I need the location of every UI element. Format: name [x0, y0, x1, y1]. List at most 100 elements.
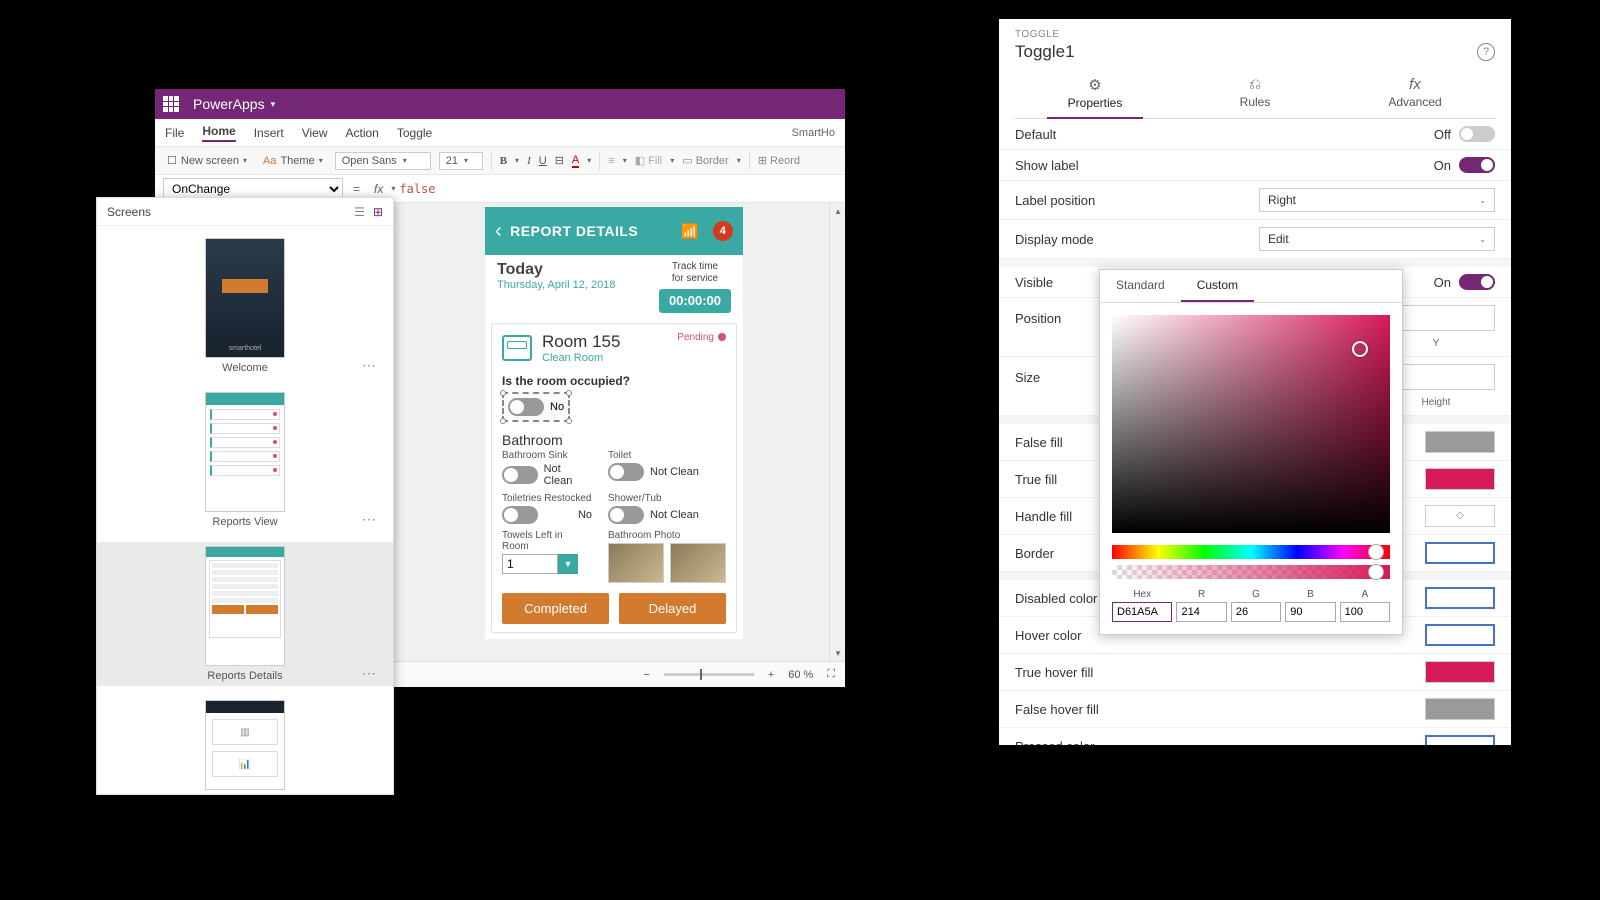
scroll-up-icon[interactable]: ▴	[830, 203, 846, 219]
app-launcher-icon[interactable]	[163, 96, 179, 112]
prop-truehover: True hover fill	[1015, 665, 1425, 680]
b-input[interactable]	[1285, 602, 1335, 622]
control-kind: TOGGLE	[1015, 29, 1495, 40]
sv-cursor-icon[interactable]	[1352, 341, 1368, 357]
prop-labelpos-label: Label position	[1015, 193, 1259, 208]
italic-button[interactable]: I	[527, 155, 531, 167]
screen-item-reports-view[interactable]: Reports View ⋯	[97, 388, 393, 532]
photo-thumb-1[interactable]	[608, 543, 664, 583]
tab-properties[interactable]: ⚙Properties	[1015, 70, 1175, 118]
photo-label: Bathroom Photo	[608, 530, 726, 541]
strike-button[interactable]: ⊟	[555, 154, 564, 167]
labelpos-select[interactable]: Right⌄	[1259, 188, 1495, 212]
hex-input[interactable]	[1112, 602, 1172, 622]
more-icon[interactable]: ⋯	[362, 511, 377, 528]
bold-button[interactable]: B	[500, 155, 507, 167]
truehover-swatch[interactable]	[1425, 661, 1495, 683]
font-select[interactable]: Open Sans▾	[335, 152, 431, 170]
shower-toggle[interactable]	[608, 506, 644, 524]
notification-badge[interactable]: 4	[713, 221, 733, 241]
picker-tab-standard[interactable]: Standard	[1100, 270, 1181, 302]
border-button[interactable]: ▭ Border	[682, 154, 728, 167]
default-toggle[interactable]	[1459, 126, 1495, 142]
g-input[interactable]	[1231, 602, 1281, 622]
more-icon[interactable]: ⋯	[362, 665, 377, 682]
timer-button[interactable]: 00:00:00	[659, 289, 731, 313]
canvas-scrollbar[interactable]: ▴ ▾	[829, 203, 845, 661]
picker-tab-custom[interactable]: Custom	[1181, 270, 1254, 302]
toilet-toggle[interactable]	[608, 463, 644, 481]
chart-icon[interactable]: 📶	[681, 223, 699, 240]
room-subtitle: Clean Room	[542, 352, 620, 364]
displaymode-select[interactable]: Edit⌄	[1259, 227, 1495, 251]
sink-toggle[interactable]	[502, 466, 538, 484]
align-button[interactable]: ≡	[608, 155, 614, 167]
completed-button[interactable]: Completed	[502, 593, 609, 624]
zoom-slider[interactable]	[664, 673, 754, 676]
formula-input[interactable]: false	[399, 182, 837, 196]
pressed-swatch[interactable]	[1425, 735, 1495, 745]
fontsize-select[interactable]: 21▾	[439, 152, 483, 170]
occupied-toggle-selected[interactable]: No	[502, 392, 570, 422]
zoom-out-button[interactable]: −	[643, 669, 649, 681]
towels-select[interactable]: ▼	[502, 554, 592, 574]
tab-rules[interactable]: ⎌Rules	[1175, 70, 1335, 118]
alpha-thumb[interactable]	[1368, 564, 1384, 580]
towels-input[interactable]	[502, 554, 558, 574]
toggle-icon[interactable]	[508, 398, 544, 416]
b-label: B	[1285, 589, 1335, 600]
titlebar: PowerApps ▾	[155, 89, 845, 119]
reorder-button[interactable]: ⊞ Reord	[758, 154, 800, 167]
menu-action[interactable]: Action	[346, 126, 379, 140]
menu-file[interactable]: File	[165, 126, 184, 140]
help-icon[interactable]: ?	[1477, 43, 1495, 61]
toiletries-value: No	[578, 509, 592, 521]
hover-swatch[interactable]	[1425, 624, 1495, 646]
chevron-down-icon[interactable]: ▼	[558, 554, 578, 574]
underline-button[interactable]: U	[539, 155, 547, 167]
alpha-slider[interactable]	[1112, 565, 1390, 579]
falsefill-swatch[interactable]	[1425, 431, 1495, 453]
fontcolor-button[interactable]: A	[572, 154, 579, 168]
sv-canvas[interactable]	[1112, 315, 1390, 533]
handlefill-swatch[interactable]: ◇	[1425, 505, 1495, 527]
r-input[interactable]	[1176, 602, 1226, 622]
toilet-label: Toilet	[608, 450, 726, 461]
screen-item-reports-details[interactable]: Reports Details ⋯	[97, 542, 393, 686]
list-view-icon[interactable]: ☰	[354, 205, 365, 219]
screen-item-analytics[interactable]: ▥📊	[97, 696, 393, 794]
grid-view-icon[interactable]: ⊞	[373, 205, 383, 219]
room-name: Room 155	[542, 332, 620, 352]
color-picker: Standard Custom Hex R G B A	[1099, 269, 1403, 635]
visible-toggle[interactable]	[1459, 274, 1495, 290]
photo-thumb-2[interactable]	[670, 543, 726, 583]
fill-button[interactable]: ◧ Fill	[635, 154, 663, 167]
menu-insert[interactable]: Insert	[254, 126, 284, 140]
scroll-down-icon[interactable]: ▾	[830, 645, 846, 661]
disabled-swatch[interactable]	[1425, 587, 1495, 609]
border-swatch[interactable]	[1425, 542, 1495, 564]
showlabel-toggle[interactable]	[1459, 157, 1495, 173]
r-label: R	[1176, 589, 1226, 600]
truefill-swatch[interactable]	[1425, 468, 1495, 490]
delayed-button[interactable]: Delayed	[619, 593, 726, 624]
fit-icon[interactable]: ⛶	[827, 668, 835, 681]
falsehover-swatch[interactable]	[1425, 698, 1495, 720]
brand-chevron-icon[interactable]: ▾	[271, 99, 276, 110]
more-icon[interactable]: ⋯	[362, 357, 377, 374]
hue-thumb[interactable]	[1368, 544, 1384, 560]
toiletries-toggle[interactable]	[502, 506, 538, 524]
zoom-in-button[interactable]: +	[768, 669, 774, 681]
menu-view[interactable]: View	[302, 126, 328, 140]
back-icon[interactable]: ‹	[495, 220, 502, 243]
new-screen-button[interactable]: ☐ New screen ▾	[163, 152, 251, 169]
tab-advanced[interactable]: fxAdvanced	[1335, 70, 1495, 118]
menu-home[interactable]: Home	[202, 124, 235, 142]
hue-slider[interactable]	[1112, 545, 1390, 559]
a-input[interactable]	[1340, 602, 1390, 622]
screen-item-welcome[interactable]: smarthotel Welcome ⋯	[97, 234, 393, 378]
prop-pressed: Pressed color	[1015, 739, 1425, 746]
menu-toggle[interactable]: Toggle	[397, 126, 432, 140]
theme-button[interactable]: Aa Theme ▾	[259, 153, 327, 169]
phone-title: REPORT DETAILS	[510, 223, 638, 239]
